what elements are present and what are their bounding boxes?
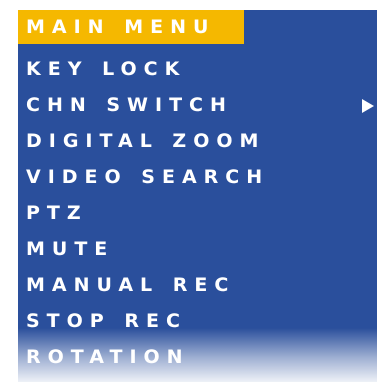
menu-title-label: MAIN MENU <box>26 16 216 38</box>
menu-item-label: KEY LOCK <box>26 58 187 80</box>
menu-item-label: DIGITAL ZOOM <box>26 130 266 152</box>
menu-item-label: PTZ <box>26 202 88 224</box>
menu-item-stop-rec[interactable]: STOP REC <box>18 303 377 339</box>
menu-item-video-search[interactable]: VIDEO SEARCH <box>18 159 377 195</box>
menu-item-label: MANUAL REC <box>26 274 236 296</box>
menu-item-chn-switch[interactable]: CHN SWITCH <box>18 87 377 123</box>
menu-item-label: STOP REC <box>26 310 187 332</box>
menu-item-key-lock[interactable]: KEY LOCK <box>18 51 377 87</box>
menu-item-manual-rec[interactable]: MANUAL REC <box>18 267 377 303</box>
menu-item-digital-zoom[interactable]: DIGITAL ZOOM <box>18 123 377 159</box>
menu-item-label: VIDEO SEARCH <box>26 166 270 188</box>
main-menu-panel: MAIN MENU KEY LOCK CHN SWITCH DIGITAL ZO… <box>18 10 377 382</box>
menu-item-label: ROTATION <box>26 346 190 368</box>
menu-item-ptz[interactable]: PTZ <box>18 195 377 231</box>
menu-title: MAIN MENU <box>18 10 244 44</box>
menu-item-label: CHN SWITCH <box>26 94 233 116</box>
play-arrow-icon <box>362 99 374 113</box>
menu-item-rotation[interactable]: ROTATION <box>18 339 377 375</box>
menu-item-label: MUTE <box>26 238 115 260</box>
menu-item-mute[interactable]: MUTE <box>18 231 377 267</box>
